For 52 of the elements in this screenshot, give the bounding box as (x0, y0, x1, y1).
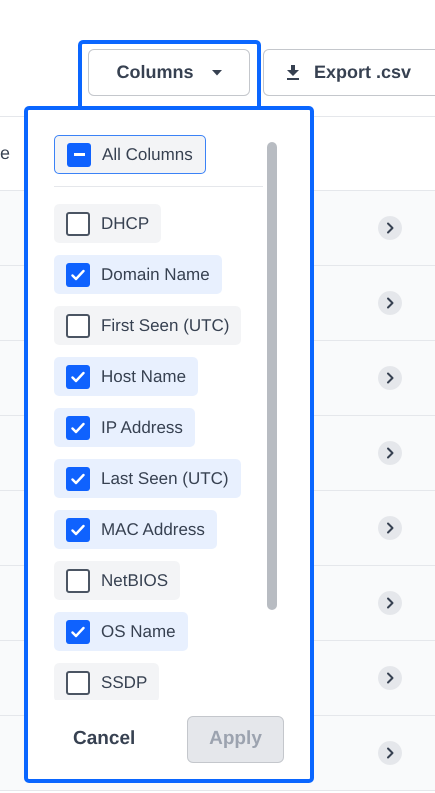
column-option[interactable]: DHCP (54, 204, 162, 243)
checkmark-icon (71, 472, 85, 484)
checked-checkbox[interactable] (66, 416, 90, 440)
chevron-right-icon (386, 372, 394, 384)
checked-checkbox[interactable] (66, 518, 90, 542)
column-option[interactable]: IP Address (54, 408, 195, 447)
columns-dropdown-button[interactable]: Columns (88, 49, 250, 96)
download-icon (286, 65, 300, 80)
chevron-right-icon (386, 747, 394, 759)
chevron-right-icon (386, 522, 394, 534)
checked-checkbox[interactable] (66, 620, 90, 644)
checkmark-icon (71, 524, 85, 536)
column-option[interactable]: NetBIOS (54, 561, 180, 600)
column-header: e (0, 142, 10, 165)
checkbox[interactable] (66, 212, 90, 236)
cancel-button[interactable]: Cancel (73, 725, 136, 754)
expand-row-button[interactable] (378, 516, 402, 540)
chevron-right-icon (386, 297, 394, 309)
expand-row-button[interactable] (378, 666, 402, 690)
expand-row-button[interactable] (378, 591, 402, 615)
chevron-right-icon (386, 672, 394, 684)
expand-row-button[interactable] (378, 291, 402, 315)
expand-row-button[interactable] (378, 216, 402, 240)
column-option[interactable]: Domain Name (54, 255, 222, 294)
caret-down-icon (212, 70, 222, 76)
indeterminate-checkbox[interactable] (67, 142, 91, 166)
expand-row-button[interactable] (378, 366, 402, 390)
checked-checkbox[interactable] (66, 466, 90, 490)
checkbox[interactable] (66, 314, 90, 338)
all-columns-option[interactable]: All Columns (54, 135, 206, 174)
expand-row-button[interactable] (378, 441, 402, 465)
minus-icon (74, 153, 84, 156)
checkmark-icon (71, 422, 85, 434)
checkmark-icon (71, 626, 85, 638)
column-option[interactable]: SSDP (54, 663, 160, 700)
column-option[interactable]: Host Name (54, 357, 198, 396)
checked-checkbox[interactable] (66, 364, 90, 388)
column-option[interactable]: OS Name (54, 612, 188, 651)
column-option[interactable]: MAC Address (54, 510, 217, 549)
scrollbar-thumb[interactable] (267, 142, 277, 610)
chevron-right-icon (386, 222, 394, 234)
checkmark-icon (71, 370, 85, 382)
chevron-right-icon (386, 597, 394, 609)
expand-row-button[interactable] (378, 741, 402, 765)
column-option[interactable]: Last Seen (UTC) (54, 459, 241, 498)
checked-checkbox[interactable] (66, 262, 90, 286)
checkbox[interactable] (66, 568, 90, 592)
checkmark-icon (71, 268, 85, 280)
export-button[interactable]: Export .csv (263, 49, 435, 96)
checkbox[interactable] (66, 670, 90, 694)
column-option[interactable]: First Seen (UTC) (54, 306, 242, 345)
chevron-right-icon (386, 447, 394, 459)
